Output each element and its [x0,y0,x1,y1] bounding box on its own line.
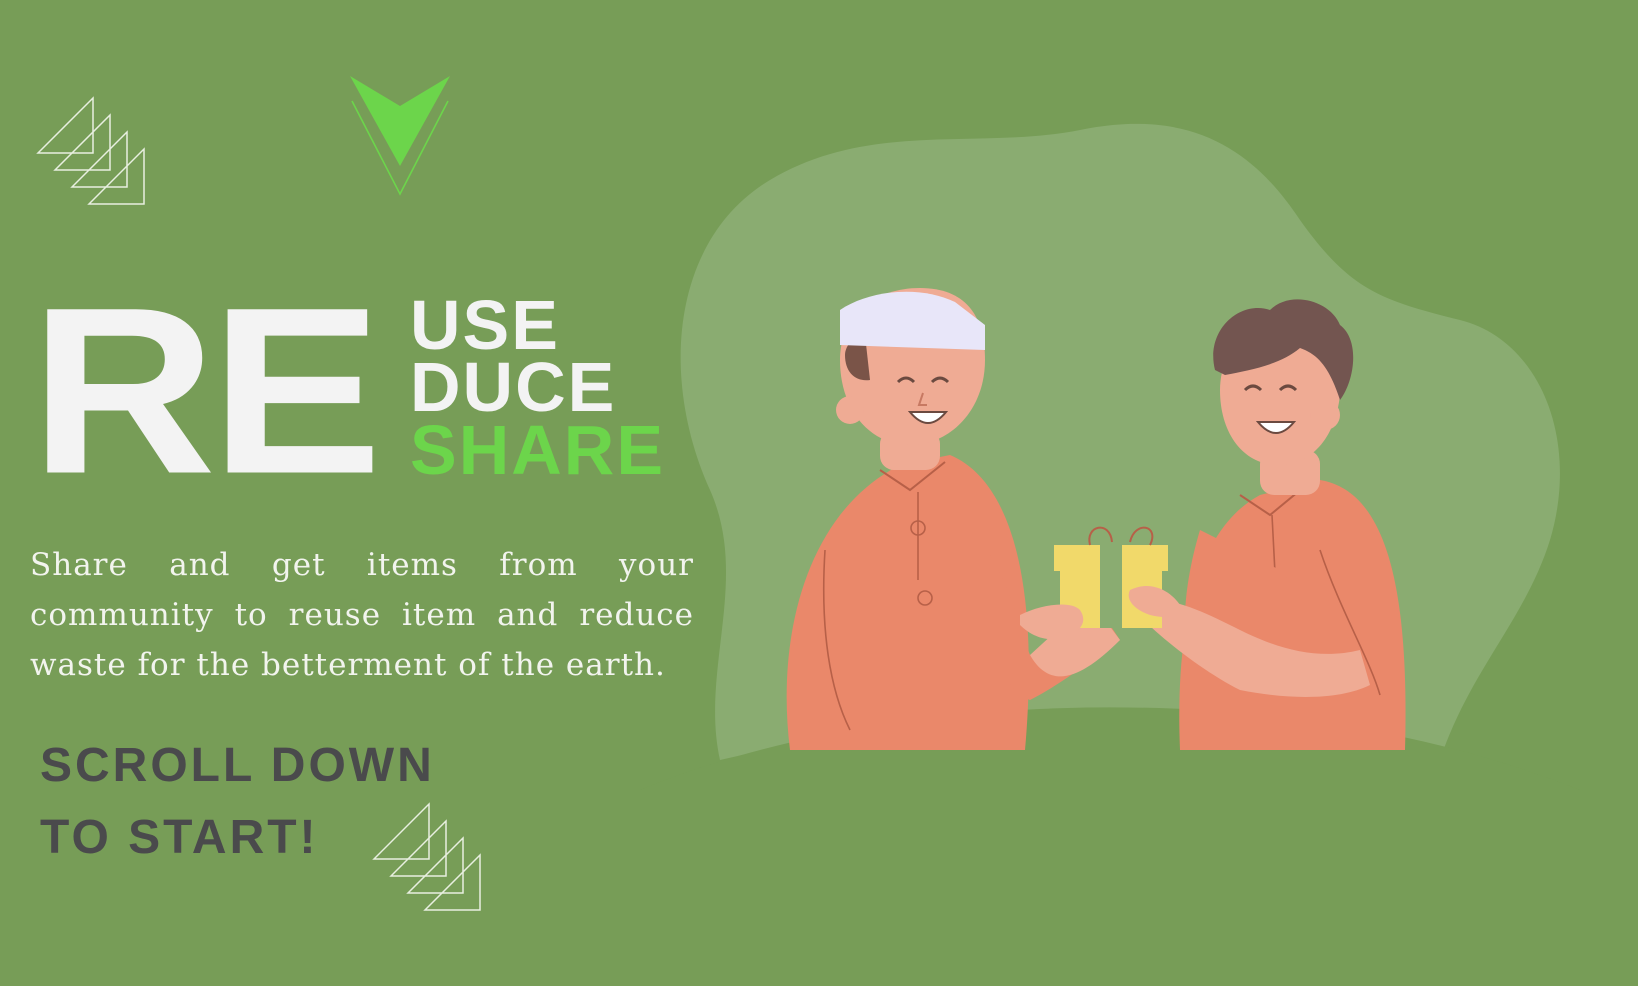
people-sharing-gift-illustration [640,123,1580,790]
landing-page: { "hero": { "big_prefix": "RE", "words":… [0,0,1638,986]
chevron-down-icon[interactable] [350,76,450,196]
stacked-triangles-icon [372,802,481,911]
scroll-cta-line1: SCROLL DOWN [40,739,435,792]
hero-description: Share and get items from your community … [30,547,694,683]
hero-prefix: RE [30,257,382,524]
hero-word-share: SHARE [410,411,666,489]
stacked-triangles-icon [36,96,145,205]
